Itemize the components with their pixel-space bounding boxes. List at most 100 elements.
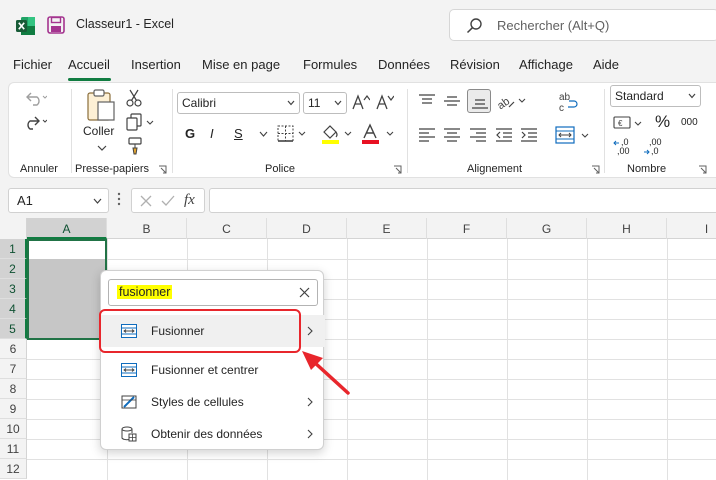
row-header-6[interactable]: 6 <box>0 339 27 359</box>
copy-icon[interactable] <box>126 113 154 131</box>
cancel-icon[interactable] <box>140 195 152 207</box>
formula-input[interactable] <box>209 188 716 213</box>
increase-indent-icon[interactable] <box>520 127 538 143</box>
name-box[interactable]: A1 <box>8 188 109 213</box>
underline-button[interactable]: S <box>234 126 243 141</box>
merge-center-icon[interactable] <box>555 126 591 144</box>
search-box[interactable]: Rechercher (Alt+Q) <box>449 9 716 41</box>
column-header-b[interactable]: B <box>107 218 187 239</box>
column-header-e[interactable]: E <box>347 218 427 239</box>
tab-accueil[interactable]: Accueil <box>68 57 110 72</box>
paste-label[interactable]: Coller <box>83 124 114 138</box>
decrease-indent-icon[interactable] <box>495 127 513 143</box>
row-header-7[interactable]: 7 <box>0 359 27 379</box>
redo-icon[interactable] <box>25 113 47 131</box>
font-color-icon[interactable] <box>361 123 395 145</box>
row-header-8[interactable]: 8 <box>0 379 27 399</box>
borders-icon[interactable] <box>277 125 307 143</box>
gridline <box>27 459 716 460</box>
row-header-12[interactable]: 12 <box>0 459 27 479</box>
menu-item-obtenir-des-donnees[interactable]: Obtenir des données <box>101 418 325 450</box>
selected-range[interactable] <box>27 239 107 340</box>
paste-icon[interactable] <box>86 88 116 122</box>
search-placeholder: Rechercher (Alt+Q) <box>497 18 610 33</box>
dialog-launcher-icon[interactable] <box>591 165 600 174</box>
align-left-icon[interactable] <box>418 127 436 143</box>
format-painter-icon[interactable] <box>126 137 144 155</box>
column-header-f[interactable]: F <box>427 218 507 239</box>
font-size-combo[interactable]: 11 <box>303 92 347 114</box>
dialog-launcher-icon[interactable] <box>698 165 707 174</box>
tab-formules[interactable]: Formules <box>303 57 357 72</box>
menu-item-label: Styles de cellules <box>151 395 244 409</box>
column-header-g[interactable]: G <box>507 218 587 239</box>
close-icon[interactable] <box>299 287 310 298</box>
group-separator <box>604 89 605 173</box>
row-header-2[interactable]: 2 <box>0 259 27 279</box>
gridline <box>667 239 668 480</box>
orientation-icon[interactable]: ab <box>495 91 527 111</box>
align-right-icon[interactable] <box>469 127 487 143</box>
column-header-c[interactable]: C <box>187 218 267 239</box>
more-options-icon[interactable] <box>117 192 121 206</box>
row-header-5[interactable]: 5 <box>0 319 27 339</box>
align-center-icon[interactable] <box>443 127 461 143</box>
column-header-a[interactable]: A <box>27 218 107 239</box>
align-bottom-button[interactable] <box>467 89 491 113</box>
window-title: Classeur1 - Excel <box>76 17 174 31</box>
row-header-4[interactable]: 4 <box>0 299 27 319</box>
row-header-3[interactable]: 3 <box>0 279 27 299</box>
dialog-launcher-icon[interactable] <box>158 165 167 174</box>
fill-color-icon[interactable] <box>321 123 353 145</box>
align-middle-icon[interactable] <box>443 93 461 109</box>
formula-bar: A1 fx <box>0 180 716 218</box>
insert-function-button[interactable]: fx <box>184 192 195 209</box>
row-header-1[interactable]: 1 <box>0 239 27 259</box>
accounting-format-icon[interactable]: € <box>613 114 643 132</box>
row-header-11[interactable]: 11 <box>0 439 27 459</box>
thousands-separator-button[interactable]: 000 <box>681 117 698 128</box>
active-cell[interactable] <box>29 241 105 259</box>
increase-font-size-icon[interactable] <box>352 94 370 110</box>
dialog-launcher-icon[interactable] <box>393 165 402 174</box>
save-icon[interactable] <box>47 16 65 34</box>
chevron-down-icon <box>93 198 102 204</box>
align-bottom-icon <box>472 99 488 109</box>
column-header-h[interactable]: H <box>587 218 667 239</box>
tab-mise-en-page[interactable]: Mise en page <box>202 57 280 72</box>
tab-aide[interactable]: Aide <box>593 57 619 72</box>
percent-button[interactable]: % <box>655 112 670 132</box>
decrease-font-size-icon[interactable] <box>376 94 394 110</box>
tab-revision[interactable]: Révision <box>450 57 500 72</box>
chevron-down-icon[interactable] <box>97 145 107 151</box>
menu-item-styles-de-cellules[interactable]: Styles de cellules <box>101 386 325 418</box>
chevron-right-icon <box>307 326 313 336</box>
bold-button[interactable]: G <box>185 126 195 141</box>
tab-insertion[interactable]: Insertion <box>131 57 181 72</box>
tab-donnees[interactable]: Données <box>378 57 430 72</box>
undo-icon[interactable] <box>25 89 47 107</box>
tab-affichage[interactable]: Affichage <box>519 57 573 72</box>
cut-icon[interactable] <box>126 89 142 107</box>
column-header-d[interactable]: D <box>267 218 347 239</box>
select-all-corner[interactable] <box>0 218 27 239</box>
row-header-9[interactable]: 9 <box>0 399 27 419</box>
ribbon-panel: Annuler Coller Presse-papiers Calibri 11… <box>8 82 716 178</box>
tab-fichier[interactable]: Fichier <box>13 57 52 72</box>
align-top-icon[interactable] <box>418 93 436 109</box>
menu-item-fusionner-et-centrer[interactable]: Fusionner et centrer <box>101 354 325 386</box>
popup-search-field[interactable]: fusionner <box>108 279 318 306</box>
chevron-down-icon[interactable] <box>259 131 268 137</box>
font-name-combo[interactable]: Calibri <box>177 92 300 114</box>
menu-item-label: Obtenir des données <box>151 427 263 441</box>
italic-button[interactable]: I <box>210 126 214 141</box>
column-header-i[interactable]: I <box>667 218 716 239</box>
enter-check-icon[interactable] <box>161 195 175 207</box>
row-header-10[interactable]: 10 <box>0 419 27 439</box>
decrease-decimal-button[interactable]: ,00 ,0 <box>643 137 665 157</box>
increase-decimal-button[interactable]: ,0 ,00 <box>613 137 635 157</box>
number-format-combo[interactable]: Standard <box>610 85 701 107</box>
wrap-text-icon[interactable]: ab c <box>556 91 578 113</box>
group-label-presse-papiers: Presse-papiers <box>75 163 149 175</box>
gridline <box>507 239 508 480</box>
